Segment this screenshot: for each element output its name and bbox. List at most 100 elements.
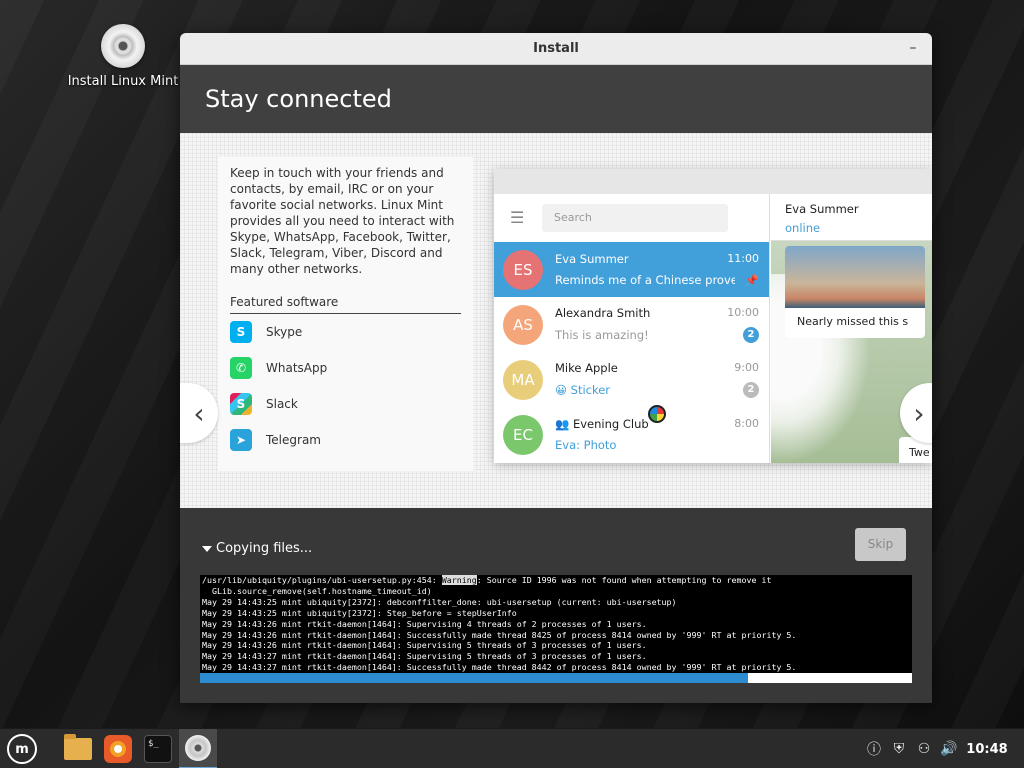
featured-list: S Skype ✆ WhatsApp S Slack ➤ Telegram: [230, 314, 461, 458]
photo-thumbnail: [785, 246, 925, 308]
linux-mint-menu-icon: m: [7, 734, 37, 764]
taskbar: m $_ ⓘ ⛨ ⚇ 🔊 10:48: [0, 728, 1024, 768]
log-line: May 29 14:43:25 mint ubiquity[2372]: Ste…: [202, 607, 517, 618]
expander-arrow-icon: [202, 545, 212, 552]
installer-disc-icon: [185, 735, 211, 761]
log-line: May 29 14:43:26 mint rtkit-daemon[1464]:…: [202, 629, 797, 640]
avatar: EC: [503, 414, 543, 455]
telegram-icon: ➤: [230, 429, 252, 451]
progress-status-text: Copying files...: [216, 541, 313, 556]
log-line: May 29 14:43:27 mint rtkit-daemon[1464]:…: [202, 662, 797, 673]
slide-prev-button[interactable]: ‹: [180, 383, 218, 443]
progress-area: Copying files... Skip /usr/lib/ubiquity/…: [180, 508, 932, 703]
menu-button[interactable]: m: [4, 729, 40, 768]
color-wheel-icon: [648, 405, 666, 423]
chat-preview: Eva: Photo: [555, 438, 617, 452]
photo-message: Nearly missed this s: [785, 246, 925, 338]
minimize-button[interactable]: –: [904, 39, 922, 57]
progress-bar: [200, 673, 912, 683]
clock-text: 10:48: [966, 741, 1008, 757]
update-manager-button[interactable]: ⓘ: [864, 729, 884, 768]
featured-item-label: WhatsApp: [266, 361, 328, 375]
terminal-icon: $_: [144, 735, 172, 763]
peer-status: online: [785, 221, 821, 235]
featured-item-label: Skype: [266, 325, 303, 339]
chat-time: 8:00: [734, 417, 759, 430]
chat-name: Mike Apple: [555, 361, 618, 375]
telegram-chat-row: AS Alexandra Smith 10:00 This is amazing! 2: [494, 297, 769, 352]
skip-button[interactable]: Skip: [855, 528, 906, 561]
telegram-chat-row: EC 👥 Evening Club 8:00 Eva: Photo: [494, 407, 769, 462]
slide-header: Stay connected: [180, 65, 932, 133]
firefox-launcher[interactable]: [100, 729, 136, 768]
telegram-mockup: ☰ Search ES Eva Summer 11:00 Reminds me of …: [494, 169, 932, 463]
details-expander[interactable]: Copying files...: [202, 541, 312, 556]
conversation-header: Eva Summer online: [771, 194, 932, 241]
chat-name: Alexandra Smith: [555, 306, 651, 320]
chat-preview: Reminds me of a Chinese prover…: [555, 273, 735, 287]
chat-preview: This is amazing!: [555, 328, 649, 342]
log-line: /usr/lib/ubiquity/plugins/ubi-usersetup.…: [202, 575, 772, 585]
photo-caption: Nearly missed this s: [797, 315, 909, 328]
slide-description: Keep in touch with your friends and cont…: [230, 166, 455, 276]
volume-icon: 🔊: [940, 741, 958, 757]
featured-item-label: Telegram: [266, 433, 321, 447]
files-icon: [64, 734, 92, 760]
log-line: GLib.source_remove(self.hostname_timeout…: [202, 585, 432, 596]
progress-bar-fill: [200, 673, 749, 683]
files-launcher[interactable]: [60, 729, 96, 768]
skype-icon: S: [230, 321, 252, 343]
firefox-icon: [104, 735, 132, 763]
pin-icon: 📌: [745, 273, 759, 287]
telegram-chat-row: ES Eva Summer 11:00 Reminds me of a Chinese…: [494, 242, 769, 297]
chat-preview: 😀 Sticker: [555, 383, 611, 397]
chat-name: 👥 Evening Club: [555, 417, 649, 431]
featured-item-whatsapp: ✆ WhatsApp: [230, 350, 461, 386]
network-tray-button[interactable]: ⚇: [914, 729, 934, 768]
unread-badge: 2: [743, 382, 759, 398]
window-titlebar[interactable]: Install –: [180, 33, 932, 65]
log-line: May 29 14:43:26 mint rtkit-daemon[1464]:…: [202, 640, 647, 651]
telegram-search-field: Search: [542, 204, 728, 232]
avatar: AS: [503, 304, 543, 345]
avatar: ES: [503, 249, 543, 290]
telegram-searchbar: ☰ Search: [494, 194, 769, 242]
desktop-install-linux-mint-icon[interactable]: Install Linux Mint: [66, 24, 180, 89]
info-card: Keep in touch with your friends and cont…: [218, 157, 473, 471]
install-window: Install – Stay connected Keep in touch w…: [180, 33, 932, 703]
whatsapp-icon: ✆: [230, 357, 252, 379]
telegram-chats: ES Eva Summer 11:00 Reminds me of a Chinese…: [494, 242, 769, 462]
shield-tray-button[interactable]: ⛨: [889, 729, 909, 768]
shield-icon: ⛨: [893, 741, 905, 757]
featured-item-slack: S Slack: [230, 386, 461, 422]
window-title: Install: [533, 41, 579, 56]
chat-time: 10:00: [727, 306, 759, 319]
log-line: May 29 14:43:25 mint ubiquity[2372]: deb…: [202, 596, 677, 607]
network-icon: ⚇: [917, 741, 931, 757]
chat-time: 11:00: [727, 252, 759, 265]
desktop-icon-label: Install Linux Mint: [67, 74, 179, 89]
slideshow: Keep in touch with your friends and cont…: [180, 133, 932, 508]
featured-heading: Featured software: [230, 295, 461, 314]
log-line: May 29 14:43:27 mint rtkit-daemon[1464]:…: [202, 651, 647, 662]
slack-icon: S: [230, 393, 252, 415]
avatar: MA: [503, 359, 543, 400]
log-line: May 29 14:43:26 mint rtkit-daemon[1464]:…: [202, 618, 647, 629]
telegram-chat-list: ☰ Search ES Eva Summer 11:00 Reminds me of …: [494, 194, 770, 463]
telegram-chat-row: MA Mike Apple 9:00 😀 Sticker 2: [494, 352, 769, 407]
unread-badge: 2: [743, 327, 759, 343]
telegram-titlebar: [494, 169, 932, 194]
featured-item-skype: S Skype: [230, 314, 461, 350]
disc-icon: [101, 24, 145, 68]
clock[interactable]: 10:48: [966, 729, 1008, 768]
page-title: Stay connected: [205, 85, 392, 113]
volume-tray-button[interactable]: 🔊: [939, 729, 959, 768]
update-manager-icon: ⓘ: [867, 742, 881, 758]
installer-task-button[interactable]: [179, 729, 217, 768]
install-log[interactable]: /usr/lib/ubiquity/plugins/ubi-usersetup.…: [200, 575, 912, 673]
peer-name: Eva Summer: [785, 202, 859, 216]
terminal-launcher[interactable]: $_: [140, 729, 176, 768]
featured-item-telegram: ➤ Telegram: [230, 422, 461, 458]
chat-name: Eva Summer: [555, 252, 629, 266]
hamburger-menu-icon: ☰: [510, 208, 525, 227]
